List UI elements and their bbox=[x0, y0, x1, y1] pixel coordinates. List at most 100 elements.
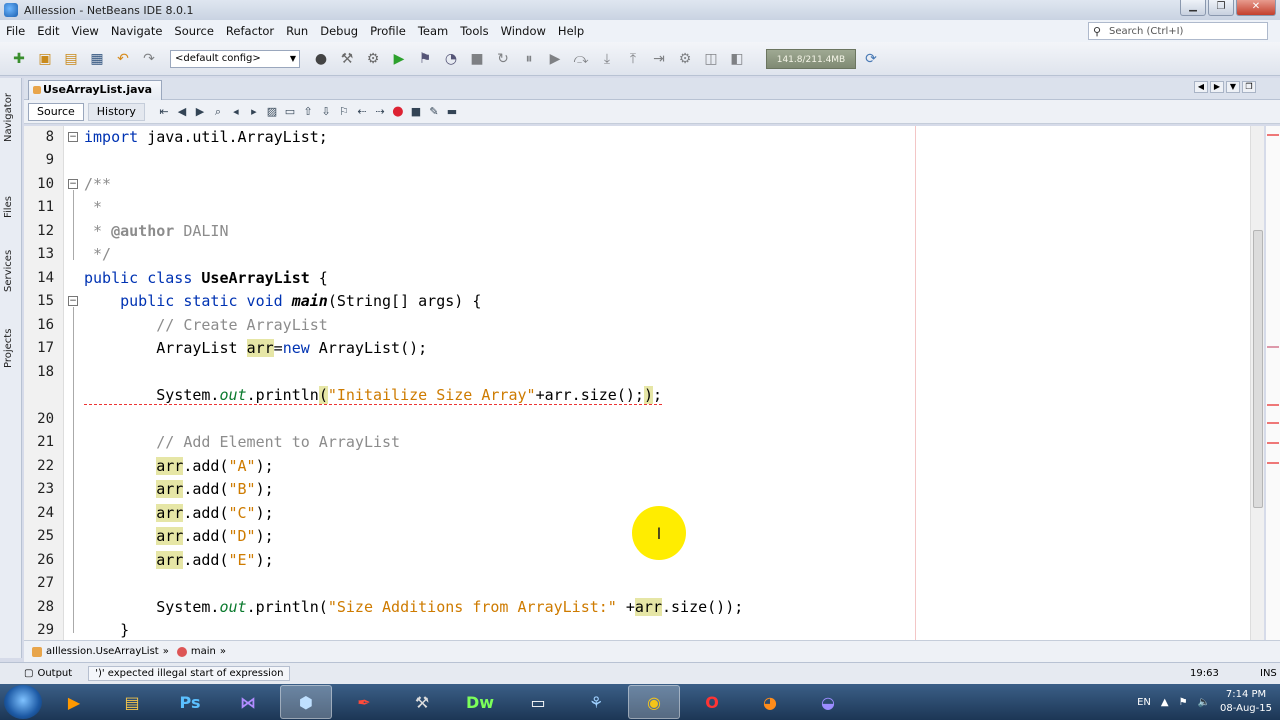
find-selection-icon[interactable]: ⌕ bbox=[209, 103, 227, 121]
breadcrumb-class[interactable]: aIllession.UseArrayList » bbox=[32, 646, 169, 657]
new-file-icon[interactable]: ✚ bbox=[8, 48, 30, 70]
close-button[interactable]: ✕ bbox=[1236, 0, 1276, 16]
error-marker[interactable] bbox=[1267, 404, 1279, 406]
menu-view[interactable]: View bbox=[66, 24, 105, 38]
redo-icon[interactable]: ↷ bbox=[138, 48, 160, 70]
menu-navigate[interactable]: Navigate bbox=[105, 24, 169, 38]
pause-icon[interactable]: ⏸ bbox=[518, 48, 540, 70]
find-previous-icon[interactable]: ◂ bbox=[227, 103, 245, 121]
save-all-icon[interactable]: ▦ bbox=[86, 48, 108, 70]
navigator-panel-tab[interactable]: Navigator bbox=[3, 93, 14, 142]
volume-icon[interactable]: 🔈 bbox=[1198, 697, 1210, 708]
refresh-icon[interactable]: ↻ bbox=[492, 48, 514, 70]
uncomment-icon[interactable]: ▬ bbox=[443, 103, 461, 121]
menu-source[interactable]: Source bbox=[168, 24, 220, 38]
menu-window[interactable]: Window bbox=[495, 24, 552, 38]
run-to-cursor-icon[interactable]: ⇥ bbox=[648, 48, 670, 70]
scroll-left-icon[interactable]: ◀ bbox=[1194, 81, 1208, 93]
tab-source[interactable]: Source bbox=[28, 102, 84, 121]
watch-icon[interactable]: ◧ bbox=[726, 48, 748, 70]
find-next-icon[interactable]: ▸ bbox=[245, 103, 263, 121]
snapshot-icon[interactable]: ◫ bbox=[700, 48, 722, 70]
stop-macro-icon[interactable]: ■ bbox=[407, 103, 425, 121]
next-bookmark-icon[interactable]: ⇩ bbox=[317, 103, 335, 121]
menu-tools[interactable]: Tools bbox=[454, 24, 494, 38]
profile-icon[interactable]: ◔ bbox=[440, 48, 462, 70]
editor-scrollbar[interactable] bbox=[1250, 126, 1264, 640]
error-marker[interactable] bbox=[1267, 134, 1279, 136]
breadcrumb-method[interactable]: main » bbox=[176, 646, 226, 657]
stop-icon[interactable]: ■ bbox=[466, 48, 488, 70]
back-icon[interactable]: ◀ bbox=[173, 103, 191, 121]
menu-help[interactable]: Help bbox=[552, 24, 590, 38]
clean-build-icon[interactable]: ⚙ bbox=[362, 48, 384, 70]
dreamweaver-icon[interactable]: Dw bbox=[454, 685, 506, 719]
config-select[interactable]: <default config> ▼ bbox=[170, 49, 300, 68]
search-input[interactable]: ⚲ Search (Ctrl+I) bbox=[1088, 22, 1268, 40]
step-into-icon[interactable]: ⤓ bbox=[596, 48, 618, 70]
gc-icon[interactable]: ⟳ bbox=[860, 48, 882, 70]
output-button[interactable]: ▢ Output bbox=[24, 668, 72, 679]
toggle-bookmark-icon[interactable]: ⚐ bbox=[335, 103, 353, 121]
opera-icon[interactable]: O bbox=[686, 685, 738, 719]
memory-indicator[interactable]: 141.8/211.4MB bbox=[766, 48, 856, 69]
hammer-icon[interactable]: ⚒ bbox=[336, 48, 358, 70]
window-app-icon[interactable]: ▭ bbox=[512, 685, 564, 719]
toggle-rect-select-icon[interactable]: ▭ bbox=[281, 103, 299, 121]
pen-tool-icon[interactable]: ✒ bbox=[338, 685, 390, 719]
explorer-icon[interactable]: ▤ bbox=[106, 685, 158, 719]
visual-studio-icon[interactable]: ⋈ bbox=[222, 685, 274, 719]
eclipse-icon[interactable]: ◒ bbox=[802, 685, 854, 719]
files-panel-tab[interactable]: Files bbox=[3, 196, 14, 218]
netbeans-taskbar-icon[interactable]: ⬢ bbox=[280, 685, 332, 719]
globe-icon[interactable]: ● bbox=[310, 48, 332, 70]
code-editor[interactable]: import java.util.ArrayList; /** * * @aut… bbox=[84, 126, 1250, 640]
debug-icon[interactable]: ⚑ bbox=[414, 48, 436, 70]
restore-window-icon[interactable]: ❐ bbox=[1242, 81, 1256, 93]
firefox-icon[interactable]: ◕ bbox=[744, 685, 796, 719]
toggle-highlight-icon[interactable]: ▨ bbox=[263, 103, 281, 121]
error-marker[interactable] bbox=[1267, 442, 1279, 444]
tools-icon[interactable]: ⚒ bbox=[396, 685, 448, 719]
clock[interactable]: 7:14 PM 08-Aug-15 bbox=[1220, 688, 1272, 716]
scrollbar-thumb[interactable] bbox=[1253, 230, 1263, 508]
fold-toggle-icon[interactable]: − bbox=[68, 179, 78, 189]
prev-bookmark-icon[interactable]: ⇧ bbox=[299, 103, 317, 121]
menu-file[interactable]: File bbox=[0, 24, 31, 38]
menu-debug[interactable]: Debug bbox=[314, 24, 364, 38]
scroll-right-icon[interactable]: ▶ bbox=[1210, 81, 1224, 93]
error-marker[interactable] bbox=[1267, 422, 1279, 424]
tab-history[interactable]: History bbox=[87, 102, 145, 121]
forward-icon[interactable]: ▶ bbox=[191, 103, 209, 121]
services-panel-tab[interactable]: Services bbox=[3, 250, 14, 292]
run-icon[interactable]: ▶ bbox=[388, 48, 410, 70]
tray-arrow-icon[interactable]: ▲ bbox=[1161, 697, 1169, 708]
record-macro-icon[interactable]: ● bbox=[389, 103, 407, 121]
open-project-icon[interactable]: ▤ bbox=[60, 48, 82, 70]
shift-left-icon[interactable]: ⇠ bbox=[353, 103, 371, 121]
photoshop-icon[interactable]: Ps bbox=[164, 685, 216, 719]
apply-changes-icon[interactable]: ⚙ bbox=[674, 48, 696, 70]
network-tray-icon[interactable]: ⚑ bbox=[1179, 697, 1188, 708]
warning-marker[interactable] bbox=[1267, 346, 1279, 348]
minimize-button[interactable]: ▁ bbox=[1180, 0, 1206, 16]
media-player-icon[interactable]: ▶ bbox=[48, 685, 100, 719]
error-marker[interactable] bbox=[1267, 462, 1279, 464]
error-stripe[interactable] bbox=[1266, 126, 1280, 640]
new-project-icon[interactable]: ▣ bbox=[34, 48, 56, 70]
menu-team[interactable]: Team bbox=[412, 24, 454, 38]
editor-tab[interactable]: UseArrayList.java bbox=[28, 80, 162, 100]
fold-toggle-icon[interactable]: − bbox=[68, 296, 78, 306]
comment-icon[interactable]: ✎ bbox=[425, 103, 443, 121]
maximize-button[interactable]: ❐ bbox=[1208, 0, 1234, 16]
start-button[interactable] bbox=[4, 685, 42, 719]
menu-edit[interactable]: Edit bbox=[31, 24, 65, 38]
step-over-icon[interactable]: ⤼ bbox=[570, 48, 592, 70]
last-edit-icon[interactable]: ⇤ bbox=[155, 103, 173, 121]
fold-toggle-icon[interactable]: − bbox=[68, 132, 78, 142]
menu-refactor[interactable]: Refactor bbox=[220, 24, 280, 38]
menu-profile[interactable]: Profile bbox=[364, 24, 412, 38]
language-indicator[interactable]: EN bbox=[1137, 697, 1151, 708]
network-icon[interactable]: ⚘ bbox=[570, 685, 622, 719]
projects-panel-tab[interactable]: Projects bbox=[3, 329, 14, 368]
